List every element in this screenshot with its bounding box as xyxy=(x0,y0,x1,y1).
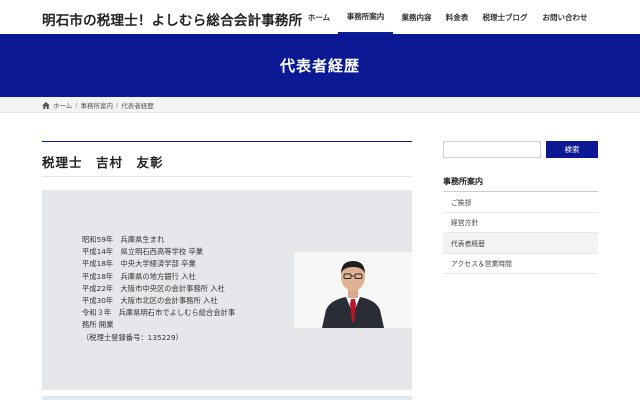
bio-line: 昭和59年 兵庫県生まれ xyxy=(82,235,165,244)
bio-line: 令和３年 兵庫県明石市でよしむら総合会計事 xyxy=(82,308,236,318)
main-nav: ホーム 事務所案内 業務内容 料金表 税理士ブログ お問い合わせ xyxy=(300,0,594,34)
breadcrumb-bar: ホーム / 事務所案内 / 代表者経歴 xyxy=(0,97,640,113)
breadcrumb-separator: / xyxy=(75,101,78,109)
content-bottom-strip xyxy=(42,396,412,400)
main-content: 税理士 吉村 友彰 xyxy=(42,141,412,177)
breadcrumb-home[interactable]: ホーム xyxy=(53,100,72,110)
representative-name-heading: 税理士 吉村 友彰 xyxy=(42,155,164,170)
breadcrumb-separator: / xyxy=(116,101,119,109)
breadcrumb-office[interactable]: 事務所案内 xyxy=(81,100,114,110)
bio-line: 平成18年 中央大学経済学部 卒業 xyxy=(82,259,196,269)
bio-line: 務所 開業 xyxy=(82,320,114,330)
home-icon xyxy=(42,101,50,109)
search-button[interactable]: 検索 xyxy=(546,141,598,158)
heading-bottom-rule xyxy=(42,176,412,177)
bio-line: （税理士登録番号：135229） xyxy=(82,332,183,342)
biography-text: 昭和59年 兵庫県生まれ 平成14年 県立明石西高等学校 卒業 平成18年 中央… xyxy=(82,234,312,344)
bio-line: 平成22年 大阪市中央区の会計事務所 入社 xyxy=(82,283,225,293)
site-title[interactable]: 明石市の税理士！よしむら総合会計事務所 xyxy=(42,9,302,29)
search-input[interactable] xyxy=(443,141,541,158)
representative-photo xyxy=(294,252,412,328)
nav-office[interactable]: 事務所案内 xyxy=(338,0,393,34)
nav-blog[interactable]: 税理士ブログ xyxy=(474,0,536,34)
breadcrumb: ホーム / 事務所案内 / 代表者経歴 xyxy=(42,100,154,110)
bio-line: 平成18年 兵庫県の地方銀行 入社 xyxy=(82,271,196,281)
sidebar-item-greeting[interactable]: ご挨拶 xyxy=(443,192,598,213)
site-header: 明石市の税理士！よしむら総合会計事務所 ホーム 事務所案内 業務内容 料金表 税… xyxy=(0,0,640,34)
sidebar-section-title: 事務所案内 xyxy=(443,177,483,186)
sidebar-item-profile[interactable]: 代表者経歴 xyxy=(443,233,598,254)
bio-line: 平成14年 県立明石西高等学校 卒業 xyxy=(82,247,204,257)
biography-box: 昭和59年 兵庫県生まれ 平成14年 県立明石西高等学校 卒業 平成18年 中央… xyxy=(42,190,412,390)
breadcrumb-current: 代表者経歴 xyxy=(121,102,154,110)
sidebar-menu: ご挨拶 経営方針 代表者経歴 アクセス＆営業時間 xyxy=(443,192,598,274)
nav-services[interactable]: 業務内容 xyxy=(393,0,440,34)
nav-fees[interactable]: 料金表 xyxy=(440,0,474,34)
page-hero-banner: 代表者経歴 xyxy=(0,34,640,97)
nav-contact[interactable]: お問い合わせ xyxy=(536,0,594,34)
nav-home[interactable]: ホーム xyxy=(300,0,338,34)
bio-line: 平成30年 大阪市北区の会計事務所 入社 xyxy=(82,296,218,306)
sidebar-item-access[interactable]: アクセス＆営業時間 xyxy=(443,254,598,274)
page-title: 代表者経歴 xyxy=(279,57,360,75)
sidebar-item-policy[interactable]: 経営方針 xyxy=(443,213,598,233)
heading-top-rule xyxy=(42,141,412,142)
